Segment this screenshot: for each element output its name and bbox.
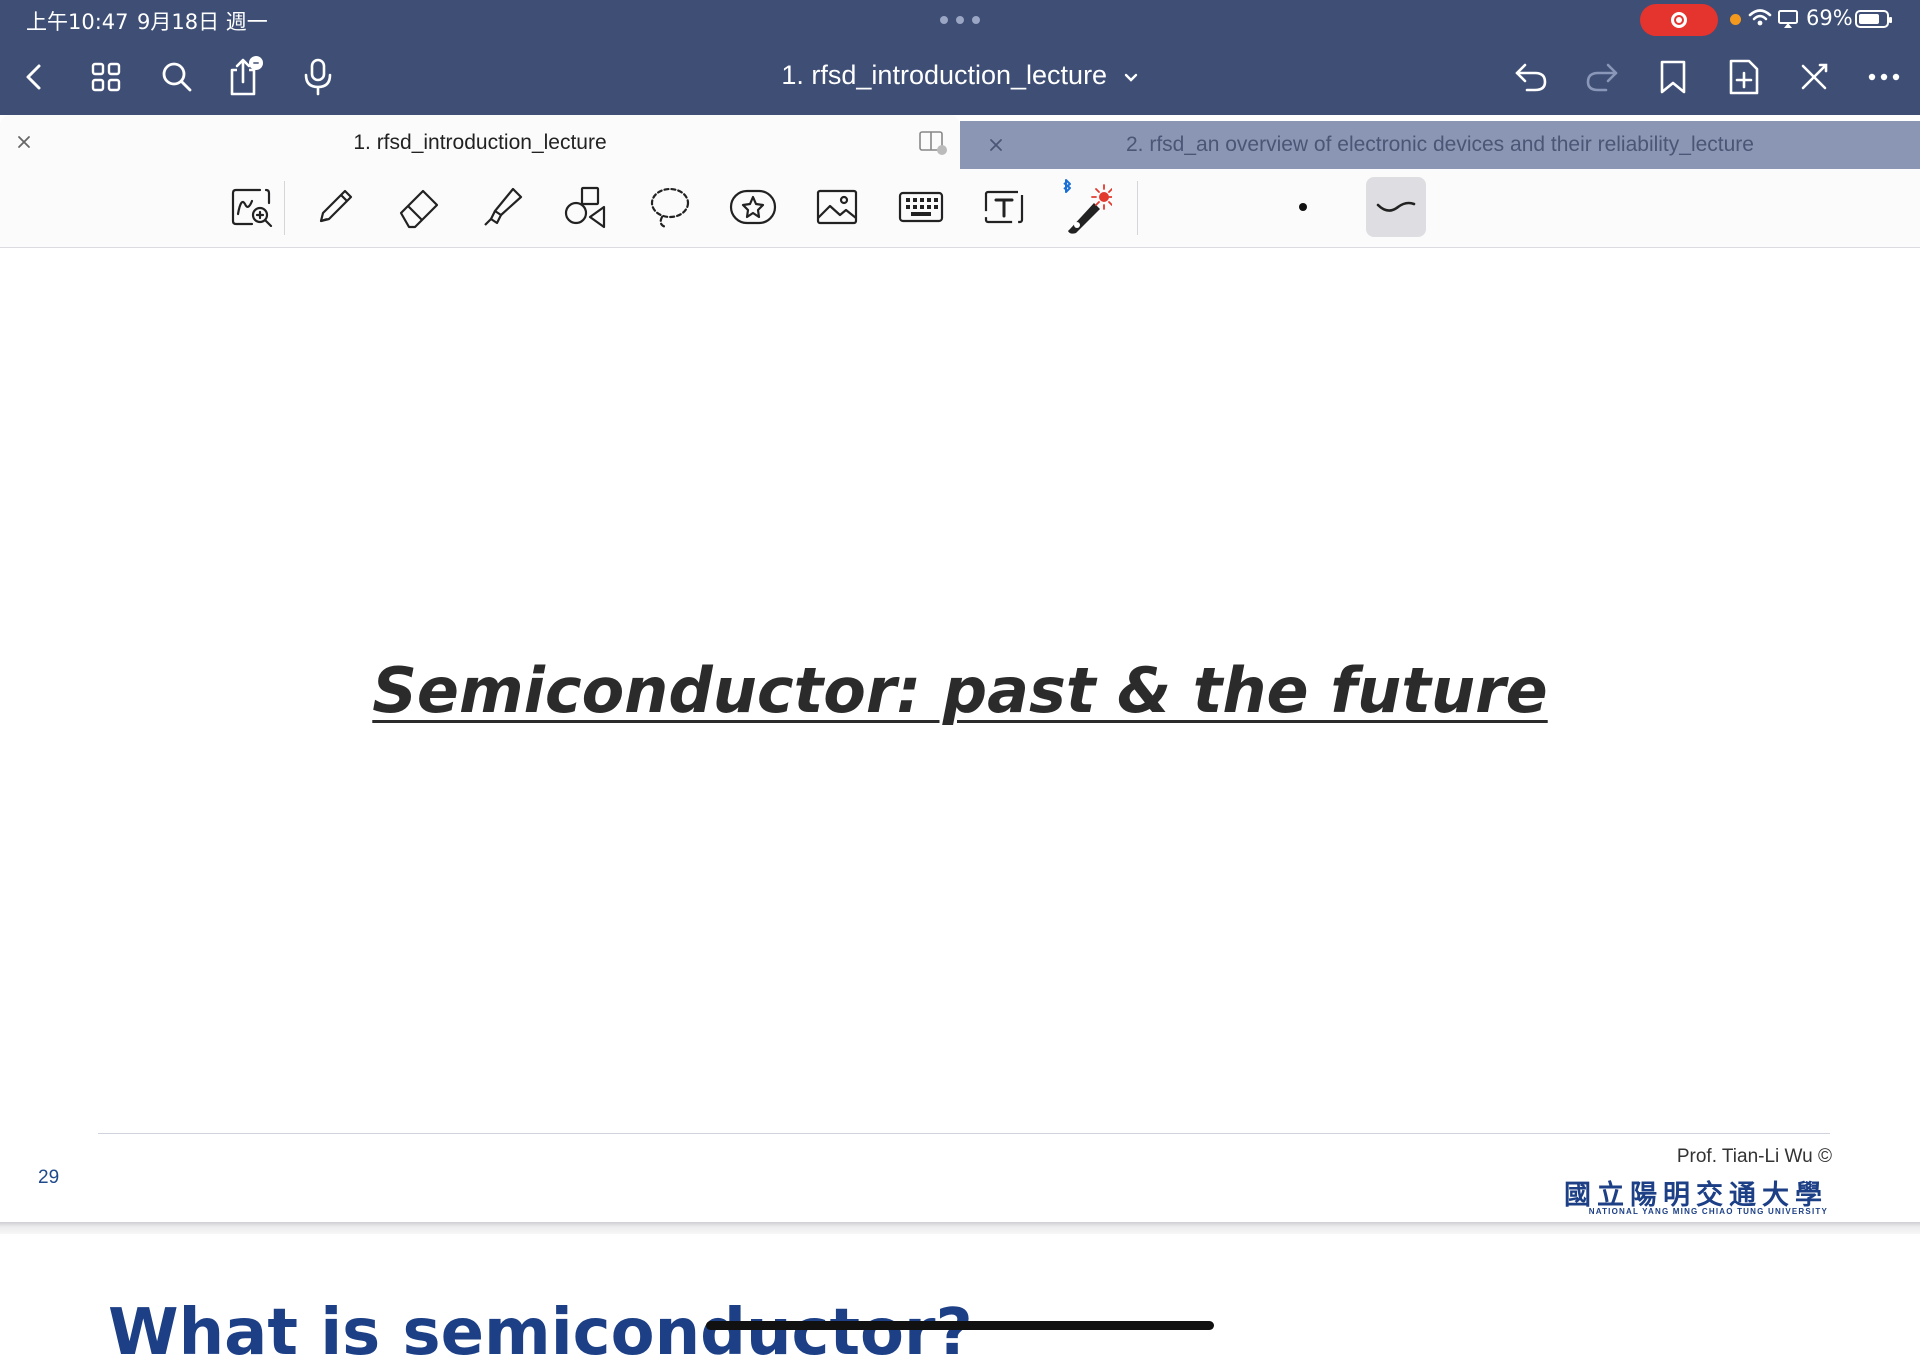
battery-percent: 69% xyxy=(1806,6,1853,30)
chevron-down-icon[interactable] xyxy=(1123,72,1139,84)
shapes-icon[interactable] xyxy=(558,179,614,235)
keyboard-icon[interactable] xyxy=(893,179,949,235)
next-slide-title: What is semiconductor? xyxy=(108,1296,973,1370)
author-credit: Prof. Tian-Li Wu © xyxy=(1676,1146,1832,1167)
elements-sticker-icon[interactable] xyxy=(725,179,781,235)
split-view-icon[interactable] xyxy=(918,129,948,162)
text-box-icon[interactable] xyxy=(976,179,1032,235)
redo-icon[interactable] xyxy=(1581,56,1623,98)
zoom-window-icon[interactable] xyxy=(224,179,280,235)
highlighter-icon[interactable] xyxy=(475,179,531,235)
lasso-icon[interactable] xyxy=(642,179,698,235)
document-title-menu: 1. rfsd_introduction_lecture xyxy=(0,60,1920,91)
slide-title-text: Semiconductor: past & the future xyxy=(372,654,1548,727)
add-page-icon[interactable] xyxy=(1723,56,1765,98)
footer-divider xyxy=(98,1133,1830,1134)
tab-introduction-lecture[interactable]: 1. rfsd_introduction_lecture xyxy=(0,115,960,169)
stroke-style-icon[interactable] xyxy=(1366,177,1426,237)
multitasking-dots-icon[interactable] xyxy=(940,16,980,24)
page-number: 29 xyxy=(38,1167,60,1188)
top-navigation-bar: 上午10:47 9月18日 週一 69% 1. rfsd_introductio… xyxy=(0,0,1920,115)
screen-recording-indicator[interactable] xyxy=(1640,4,1718,36)
status-date: 9月18日 週一 xyxy=(137,10,268,34)
status-time: 上午10:47 xyxy=(26,10,129,34)
battery-icon xyxy=(1855,10,1892,28)
wifi-icon xyxy=(1748,9,1772,26)
university-logo-english: NATIONAL YANG MING CHIAO TUNG UNIVERSITY xyxy=(1588,1207,1828,1216)
search-icon[interactable] xyxy=(156,56,198,98)
tab-electronic-devices-lecture[interactable]: 2. rfsd_an overview of electronic device… xyxy=(960,121,1920,169)
stroke-size-dot[interactable] xyxy=(1275,179,1331,235)
microphone-in-use-dot xyxy=(1730,14,1741,25)
tab-label: 2. rfsd_an overview of electronic device… xyxy=(1126,133,1754,156)
close-toolbar-icon[interactable] xyxy=(1793,56,1835,98)
image-icon[interactable] xyxy=(809,179,865,235)
share-icon[interactable] xyxy=(224,56,266,98)
page-separator xyxy=(0,1222,1920,1234)
pen-icon[interactable] xyxy=(307,179,363,235)
record-icon xyxy=(1671,12,1687,28)
microphone-icon[interactable] xyxy=(297,56,339,98)
undo-icon[interactable] xyxy=(1510,56,1552,98)
back-icon[interactable] xyxy=(14,56,56,98)
bookmark-icon[interactable] xyxy=(1652,56,1694,98)
grid-icon[interactable] xyxy=(85,56,127,98)
screen-mirroring-icon xyxy=(1778,10,1798,28)
annotation-toolbar xyxy=(0,169,1920,248)
eraser-icon[interactable] xyxy=(391,179,447,235)
home-indicator[interactable] xyxy=(706,1321,1214,1330)
document-title[interactable]: 1. rfsd_introduction_lecture xyxy=(781,60,1107,90)
laser-pointer-icon[interactable] xyxy=(1056,179,1112,235)
tab-label: 1. rfsd_introduction_lecture xyxy=(353,131,607,154)
more-icon[interactable] xyxy=(1863,56,1905,98)
slide-title: Semiconductor: past & the future xyxy=(0,654,1920,727)
